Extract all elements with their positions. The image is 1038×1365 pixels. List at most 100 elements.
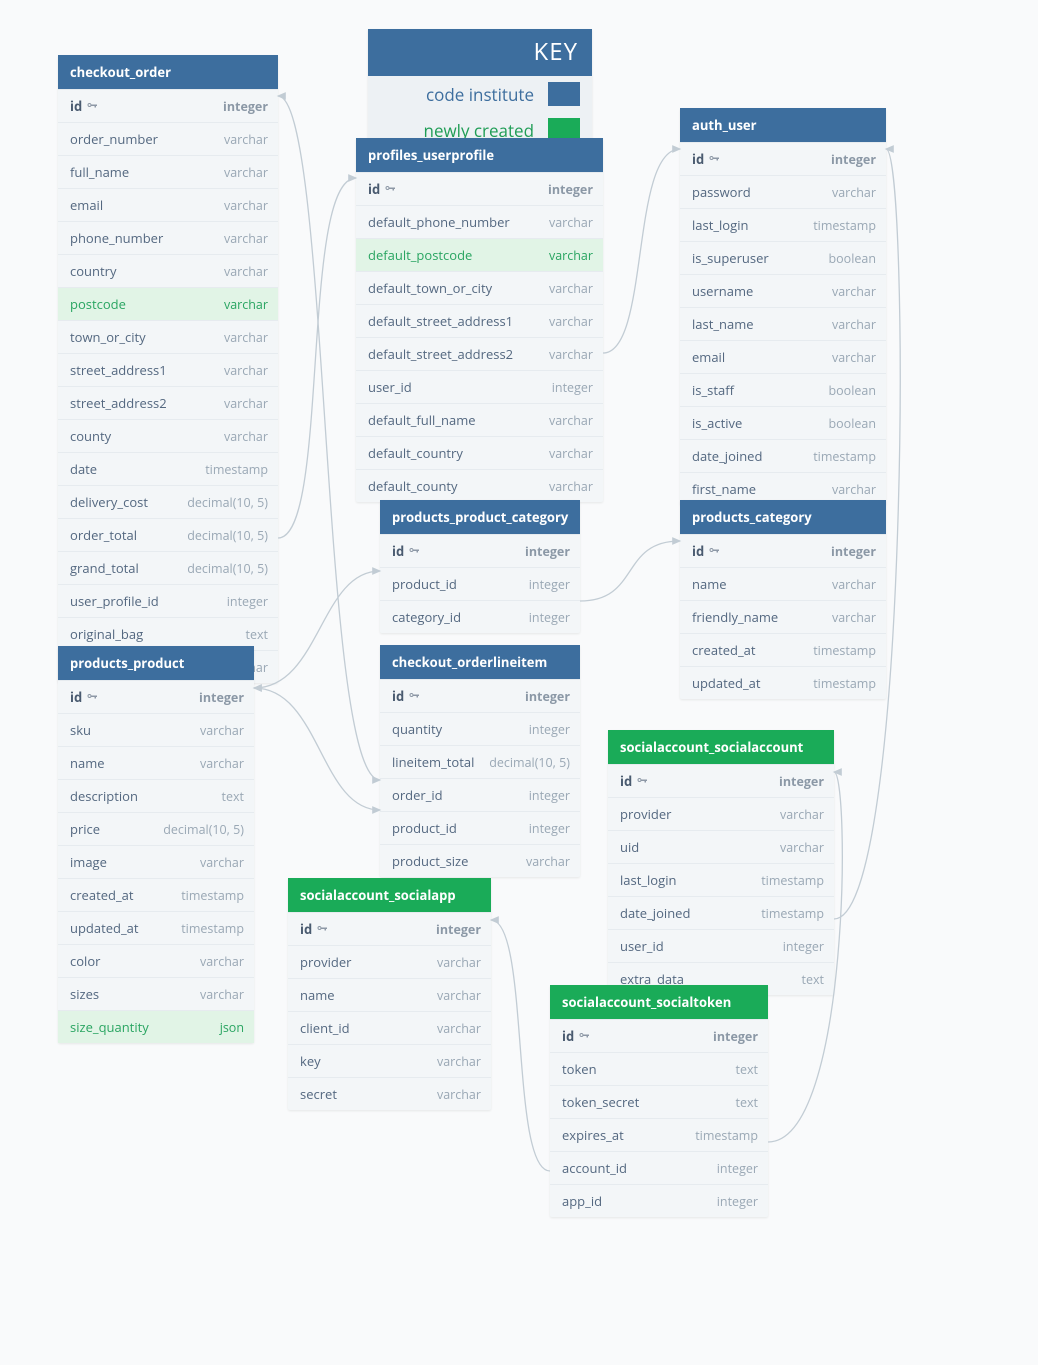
field-name: default_town_or_city	[368, 279, 492, 297]
table-socialaccount_socialapp: socialaccount_socialappidintegerprovider…	[288, 878, 491, 1110]
field-row: secretvarchar	[288, 1077, 491, 1110]
field-name: image	[70, 853, 107, 871]
field-name: user_profile_id	[70, 592, 159, 610]
field-row: uid varchar	[608, 830, 834, 863]
field-row: imagevarchar	[58, 845, 254, 878]
field-row: default_countyvarchar	[356, 469, 603, 502]
field-type: integer	[529, 787, 570, 804]
field-name: updated_at	[692, 674, 761, 692]
field-row: default_full_namevarchar	[356, 403, 603, 436]
field-name: created_at	[70, 886, 134, 904]
field-name: quantity	[392, 720, 442, 738]
field-name: county	[70, 427, 111, 445]
field-row: default_street_address1varchar	[356, 304, 603, 337]
field-name: is_active	[692, 414, 742, 432]
field-type: integer	[717, 1160, 758, 1177]
field-row: tokentext	[550, 1052, 768, 1085]
field-type: timestamp	[181, 920, 244, 937]
field-row: app_idinteger	[550, 1184, 768, 1217]
field-name: sku	[70, 721, 91, 739]
field-type: integer	[548, 181, 593, 198]
field-row: is_superuser boolean	[680, 241, 886, 274]
field-type: varchar	[832, 481, 876, 498]
field-name: user_id	[368, 378, 412, 396]
field-row: emailvarchar	[680, 340, 886, 373]
field-name: is_superuser	[692, 249, 769, 267]
field-row: product_sizevarchar	[380, 844, 580, 877]
field-name: order_id	[392, 786, 443, 804]
field-name: username	[692, 282, 753, 300]
field-name: order_number	[70, 130, 158, 148]
field-type: timestamp	[181, 887, 244, 904]
field-type: integer	[713, 1028, 758, 1045]
field-type: varchar	[549, 280, 593, 297]
field-name: description	[70, 787, 138, 805]
field-row: user_profile_idinteger	[58, 584, 278, 617]
field-name: full_name	[70, 163, 129, 181]
field-name: id	[392, 542, 420, 560]
table-profiles_userprofile: profiles_userprofileidintegerdefault_pho…	[356, 138, 603, 502]
field-name: provider	[620, 805, 671, 823]
field-name: last_name	[692, 315, 754, 333]
field-type: varchar	[437, 1053, 481, 1070]
field-type: varchar	[224, 329, 268, 346]
field-name: password	[692, 183, 751, 201]
field-name: product_id	[392, 575, 457, 593]
field-name: token_secret	[562, 1093, 639, 1111]
field-row: product_idinteger	[380, 567, 580, 600]
field-type: integer	[223, 98, 268, 115]
field-type: varchar	[224, 230, 268, 247]
table-header: products_product_category	[380, 500, 580, 534]
field-type: varchar	[780, 839, 824, 856]
field-name: last_login	[620, 871, 676, 889]
field-row: colorvarchar	[58, 944, 254, 977]
field-row: updated_attimestamp	[58, 911, 254, 944]
field-row: providervarchar	[288, 945, 491, 978]
field-row: idinteger	[58, 680, 254, 713]
field-name: name	[300, 986, 335, 1004]
field-type: varchar	[832, 349, 876, 366]
key-icon	[316, 923, 328, 935]
table-auth_user: auth_useridintegerpasswordvarcharlast_lo…	[680, 108, 886, 505]
field-type: varchar	[549, 214, 593, 231]
field-type: varchar	[224, 263, 268, 280]
field-name: uid	[620, 838, 639, 856]
field-name: provider	[300, 953, 351, 971]
field-type: integer	[779, 773, 824, 790]
field-type: integer	[436, 921, 481, 938]
field-name: category_id	[392, 608, 461, 626]
key-icon	[86, 691, 98, 703]
field-row: default_town_or_city varchar	[356, 271, 603, 304]
field-row: grand_totaldecimal(10, 5)	[58, 551, 278, 584]
field-row: created_at timestamp	[58, 878, 254, 911]
key-icon	[408, 545, 420, 557]
field-name: token	[562, 1060, 597, 1078]
field-row: user_idinteger	[608, 929, 834, 962]
field-type: boolean	[829, 250, 876, 267]
field-row: default_phone_numbervarchar	[356, 205, 603, 238]
field-type: varchar	[549, 445, 593, 462]
field-row: namevarchar	[58, 746, 254, 779]
field-type: integer	[525, 688, 570, 705]
key-icon	[86, 100, 98, 112]
field-type: varchar	[437, 1020, 481, 1037]
field-type: integer	[199, 689, 244, 706]
field-type: timestamp	[695, 1127, 758, 1144]
field-type: varchar	[200, 953, 244, 970]
field-name: original_bag	[70, 625, 143, 643]
field-row: street_address2varchar	[58, 386, 278, 419]
field-row: default_countryvarchar	[356, 436, 603, 469]
field-type: varchar	[549, 346, 593, 363]
field-type: text	[736, 1094, 758, 1111]
field-name: lineitem_total	[392, 753, 474, 771]
field-row: default_postcodevarchar	[356, 238, 603, 271]
legend-title: KEY	[368, 29, 592, 76]
legend-swatch-blue	[548, 82, 580, 106]
field-name: id	[562, 1027, 590, 1045]
field-row: idinteger	[680, 142, 886, 175]
field-row: idinteger	[58, 89, 278, 122]
field-row: descriptiontext	[58, 779, 254, 812]
field-row: expires_attimestamp	[550, 1118, 768, 1151]
field-row: updated_attimestamp	[680, 666, 886, 699]
table-products_product_category: products_product_categoryidintegerproduc…	[380, 500, 580, 633]
